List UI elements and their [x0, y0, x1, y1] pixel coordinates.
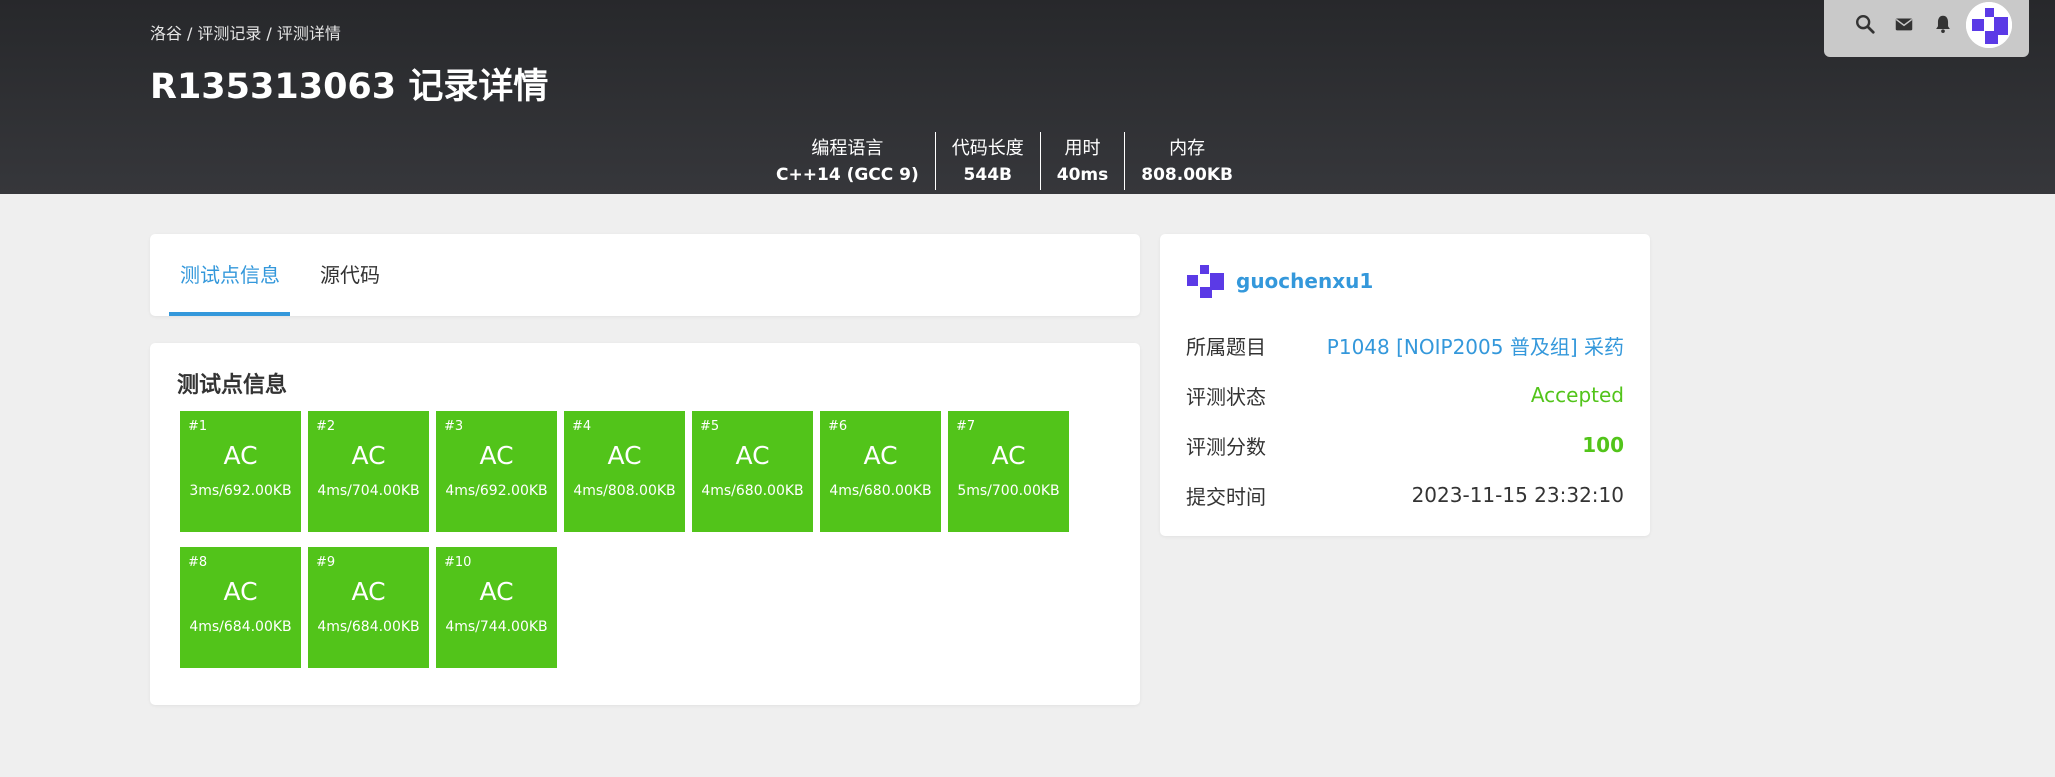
tab-testcases[interactable]: 测试点信息	[180, 234, 280, 316]
info-label: 提交时间	[1186, 484, 1266, 509]
testcase-time-memory: 3ms/692.00KB	[189, 483, 292, 499]
record-stats: 编程语言 C++14 (GCC 9) 代码长度 544B 用时 40ms 内存 …	[760, 132, 1249, 190]
info-row-submit-time: 提交时间 2023-11-15 23:32:10	[1186, 470, 1624, 520]
stat-time: 用时 40ms	[1039, 132, 1125, 190]
testcase-status: AC	[479, 441, 514, 470]
breadcrumb-current: 评测详情	[276, 24, 341, 43]
testcase-time-memory: 4ms/684.00KB	[189, 619, 292, 635]
testcase-time-memory: 4ms/704.00KB	[317, 483, 420, 499]
testcase-tile[interactable]: #7 AC 5ms/700.00KB	[948, 411, 1069, 532]
testcase-status: AC	[223, 577, 258, 606]
testcase-tile[interactable]: #3 AC 4ms/692.00KB	[436, 411, 557, 532]
active-tab-indicator	[169, 312, 290, 316]
testcase-time-memory: 4ms/808.00KB	[573, 483, 676, 499]
stat-language: 编程语言 C++14 (GCC 9)	[760, 132, 935, 190]
info-label: 评测分数	[1186, 434, 1266, 459]
testcase-time-memory: 4ms/684.00KB	[317, 619, 420, 635]
bell-icon[interactable]	[1932, 13, 1954, 35]
tab-source-code[interactable]: 源代码	[320, 234, 380, 316]
problem-link[interactable]: P1048 [NOIP2005 普及组] 采药	[1327, 331, 1624, 360]
info-row-problem: 所属题目 P1048 [NOIP2005 普及组] 采药	[1186, 320, 1624, 370]
stat-value: C++14 (GCC 9)	[776, 165, 919, 185]
testcase-number: #6	[828, 419, 848, 434]
testcase-tile[interactable]: #2 AC 4ms/704.00KB	[308, 411, 429, 532]
testcase-status: AC	[351, 577, 386, 606]
mail-icon[interactable]	[1893, 13, 1915, 35]
testcase-tile[interactable]: #5 AC 4ms/680.00KB	[692, 411, 813, 532]
testcase-number: #4	[572, 419, 592, 434]
stat-label: 代码长度	[951, 138, 1024, 159]
submitter: guochenxu1	[1186, 262, 1373, 300]
stat-label: 用时	[1064, 138, 1101, 159]
testcase-number: #10	[444, 555, 472, 570]
stat-memory: 内存 808.00KB	[1124, 132, 1249, 190]
testcase-status: AC	[607, 441, 642, 470]
avatar-image	[1966, 2, 2012, 48]
testcase-status: AC	[735, 441, 770, 470]
testcase-time-memory: 5ms/700.00KB	[957, 483, 1060, 499]
info-row-score: 评测分数 100	[1186, 420, 1624, 470]
testcase-tile[interactable]: #8 AC 4ms/684.00KB	[180, 547, 301, 668]
testcase-number: #1	[188, 419, 208, 434]
testcase-tile[interactable]: #6 AC 4ms/680.00KB	[820, 411, 941, 532]
stat-label: 编程语言	[811, 138, 884, 159]
testcase-number: #9	[316, 555, 336, 570]
stat-value: 40ms	[1056, 165, 1109, 185]
testcase-status: AC	[223, 441, 258, 470]
testcase-time-memory: 4ms/680.00KB	[829, 483, 932, 499]
testcase-number: #8	[188, 555, 208, 570]
user-nav	[1824, 0, 2029, 57]
testcase-tile[interactable]: #9 AC 4ms/684.00KB	[308, 547, 429, 668]
page-header: 洛谷 / 评测记录 / 评测详情 R135313063 记录详情 编程语言 C++14 …	[0, 0, 2055, 194]
testcase-status: AC	[351, 441, 386, 470]
breadcrumb-records-link[interactable]: 评测记录	[197, 24, 261, 43]
testcase-number: #7	[956, 419, 976, 434]
page-title: R135313063 记录详情	[150, 67, 549, 107]
testcase-tile[interactable]: #1 AC 3ms/692.00KB	[180, 411, 301, 532]
breadcrumb: 洛谷 / 评测记录 / 评测详情	[150, 24, 341, 43]
testcase-tile[interactable]: #4 AC 4ms/808.00KB	[564, 411, 685, 532]
submit-time-value: 2023-11-15 23:32:10	[1411, 483, 1624, 507]
record-info-card: guochenxu1 所属题目 P1048 [NOIP2005 普及组] 采药 …	[1160, 234, 1650, 536]
testcase-number: #3	[444, 419, 464, 434]
testcase-time-memory: 4ms/680.00KB	[701, 483, 804, 499]
testcase-card: 测试点信息 #1 AC 3ms/692.00KB #2 AC 4ms/704.0…	[150, 343, 1140, 705]
avatar[interactable]	[1966, 2, 2012, 48]
tabs-card: 测试点信息 源代码	[150, 234, 1140, 316]
stat-code-length: 代码长度 544B	[934, 132, 1040, 190]
search-icon[interactable]	[1854, 13, 1876, 35]
testcase-time-memory: 4ms/744.00KB	[445, 619, 548, 635]
stat-label: 内存	[1169, 138, 1206, 159]
stat-value: 544B	[963, 165, 1012, 185]
testcase-status: AC	[479, 577, 514, 606]
testcase-status: AC	[863, 441, 898, 470]
status-value: Accepted	[1530, 383, 1624, 407]
testcase-tile[interactable]: #10 AC 4ms/744.00KB	[436, 547, 557, 668]
section-title: 测试点信息	[177, 373, 288, 398]
user-avatar-icon[interactable]	[1186, 263, 1226, 299]
testcase-number: #5	[700, 419, 720, 434]
info-label: 评测状态	[1186, 384, 1266, 409]
testcase-status: AC	[991, 441, 1026, 470]
username-link[interactable]: guochenxu1	[1236, 269, 1373, 293]
info-label: 所属题目	[1186, 334, 1266, 359]
breadcrumb-home-link[interactable]: 洛谷	[150, 24, 182, 43]
info-row-status: 评测状态 Accepted	[1186, 370, 1624, 420]
testcase-number: #2	[316, 419, 336, 434]
score-value: 100	[1582, 433, 1624, 457]
testcase-time-memory: 4ms/692.00KB	[445, 483, 548, 499]
stat-value: 808.00KB	[1141, 165, 1233, 185]
